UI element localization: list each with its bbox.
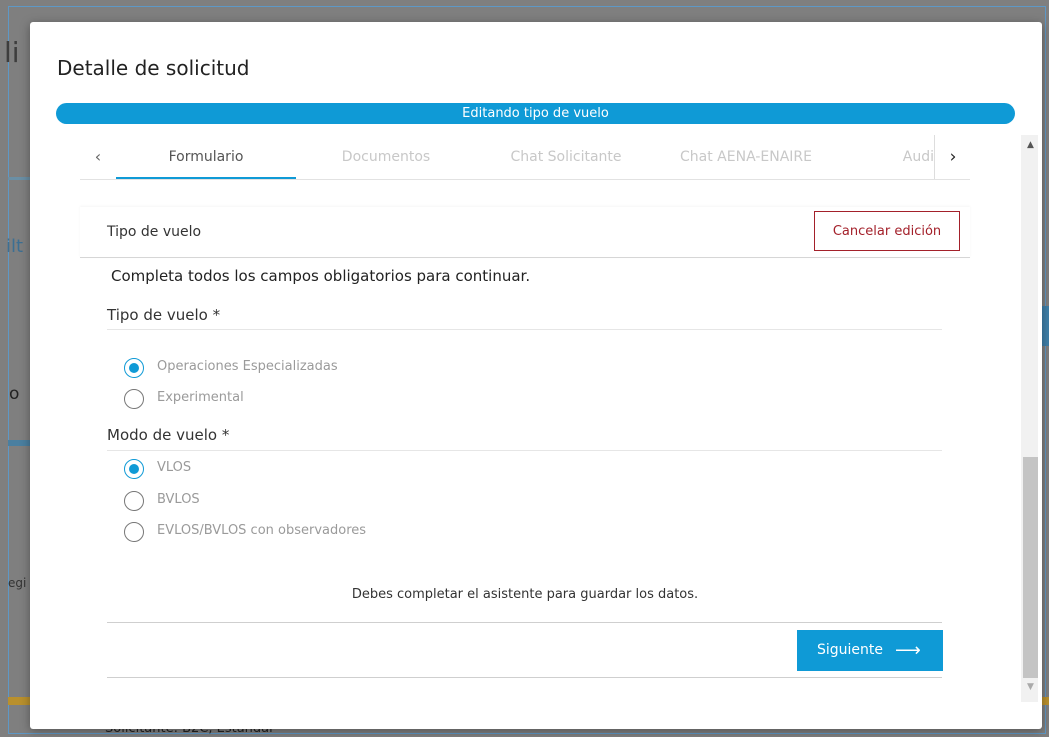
chevron-right-icon: › — [949, 147, 957, 167]
field-divider — [107, 450, 942, 451]
request-detail-modal: Detalle de solicitud Editando tipo de vu… — [30, 22, 1042, 729]
radio-label: Operaciones Especializadas — [157, 359, 338, 374]
tab-auditoria[interactable]: Audi — [836, 135, 934, 179]
scroll-down-icon[interactable]: ▼ — [1023, 682, 1038, 696]
background-orange-bar — [8, 697, 30, 705]
cancel-edit-button[interactable]: Cancelar edición — [814, 211, 960, 251]
tab-formulario[interactable]: Formulario — [116, 135, 296, 179]
radio-label: VLOS — [157, 460, 192, 475]
flight-type-label: Tipo de vuelo * — [107, 306, 221, 324]
arrow-right-icon: ⟶ — [895, 640, 921, 661]
background-right-button — [1042, 306, 1049, 346]
background-orange-bar-right — [1042, 697, 1049, 705]
field-divider — [107, 329, 942, 330]
flight-type-section: Tipo de vuelo Cancelar edición Completa … — [80, 207, 970, 678]
radio-label: EVLOS/BVLOS con observadores — [157, 523, 367, 538]
background-filter-fragment: ilt — [6, 236, 24, 257]
radio-button[interactable] — [124, 522, 144, 542]
background-bar — [8, 440, 30, 446]
flight-mode-label: Modo de vuelo * — [107, 426, 230, 444]
radio-button-checked[interactable] — [124, 459, 144, 479]
background-label-fragment: egi — [8, 576, 27, 590]
radio-button[interactable] — [124, 491, 144, 511]
tab-prev-button[interactable]: ‹ — [88, 145, 108, 169]
scroll-up-icon[interactable]: ▲ — [1023, 140, 1038, 154]
background-title-fragment: li — [4, 36, 20, 69]
radio-button-checked[interactable] — [124, 358, 144, 378]
section-header: Tipo de vuelo Cancelar edición — [80, 207, 970, 258]
footer-divider-top — [107, 622, 942, 623]
tab-chat-solicitante[interactable]: Chat Solicitante — [476, 135, 656, 179]
radio-label: Experimental — [157, 390, 244, 405]
tab-bar: ‹ Formulario Documentos Chat Solicitante… — [80, 135, 971, 180]
editing-banner: Editando tipo de vuelo — [56, 103, 1015, 124]
instruction-text: Completa todos los campos obligatorios p… — [111, 267, 531, 285]
section-title: Tipo de vuelo — [107, 224, 202, 240]
next-button[interactable]: Siguiente ⟶ — [797, 630, 943, 671]
tab-next-button[interactable]: › — [934, 135, 971, 179]
background-tab-line — [8, 177, 30, 180]
tab-documentos[interactable]: Documentos — [296, 135, 476, 179]
scrollbar-thumb[interactable] — [1023, 457, 1038, 678]
background-count-fragment: o — [9, 384, 20, 404]
tab-chat-aena-enaire[interactable]: Chat AENA-ENAIRE — [656, 135, 836, 179]
footer-divider-bottom — [107, 677, 942, 678]
chevron-left-icon: ‹ — [94, 147, 102, 166]
modal-title: Detalle de solicitud — [57, 56, 250, 80]
next-button-label: Siguiente — [817, 642, 884, 658]
radio-label: BVLOS — [157, 492, 200, 507]
save-notice: Debes completar el asistente para guarda… — [351, 587, 699, 602]
radio-button[interactable] — [124, 389, 144, 409]
